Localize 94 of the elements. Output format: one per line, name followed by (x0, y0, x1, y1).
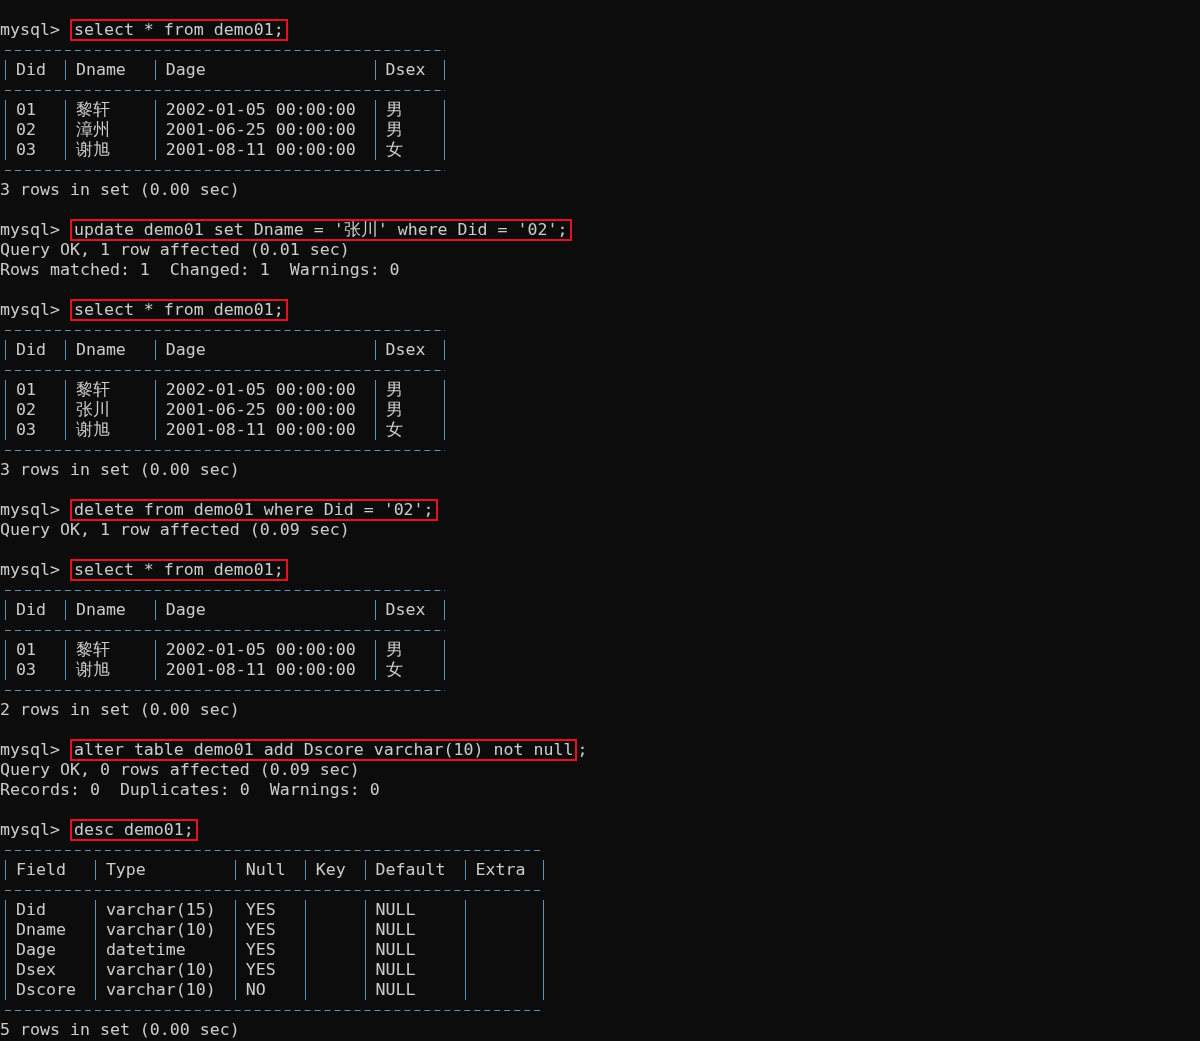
column-header: Did (5, 600, 65, 620)
table-cell: NULL (364, 960, 465, 980)
table-cell: 男 (374, 640, 445, 660)
column-header: Dname (64, 600, 155, 620)
command-text: select * from demo01; (69, 299, 288, 321)
table-cell: YES (234, 940, 305, 960)
column-header: Dage (154, 60, 375, 80)
output-text: Rows matched: 1 Changed: 1 Warnings: 0 (0, 260, 400, 280)
column-header: Default (364, 860, 465, 880)
table-cell: 2002-01-05 00:00:00 (154, 640, 375, 660)
column-header: Null (234, 860, 305, 880)
output-text: Query OK, 1 row affected (0.09 sec) (0, 520, 350, 540)
table-cell: NO (234, 980, 305, 1000)
table-cell: 黎轩 (64, 100, 155, 120)
table-cell: 01 (5, 380, 65, 400)
table-cell: YES (234, 960, 305, 980)
table-cell: 03 (5, 140, 65, 160)
table-cell: 男 (374, 400, 445, 420)
column-header: Dage (154, 600, 375, 620)
table-cell: 漳州 (64, 120, 155, 140)
prompt: mysql> (0, 20, 60, 40)
table-cell: 2001-06-25 00:00:00 (154, 120, 375, 140)
command-text: select * from demo01; (69, 19, 288, 41)
column-header: Dsex (374, 60, 445, 80)
column-header: Did (5, 60, 65, 80)
table-cell: 谢旭 (64, 420, 155, 440)
table-cell: 2001-06-25 00:00:00 (154, 400, 375, 420)
table-cell: NULL (364, 980, 465, 1000)
output-text: 3 rows in set (0.00 sec) (0, 460, 240, 480)
column-header: Field (5, 860, 95, 880)
table-cell: 01 (5, 640, 65, 660)
column-header: Dage (154, 340, 375, 360)
command-text: delete from demo01 where Did = '02'; (69, 499, 438, 521)
table-cell: Dscore (5, 980, 95, 1000)
table-cell: 女 (374, 420, 445, 440)
table-cell: varchar(10) (94, 960, 235, 980)
table-cell: 03 (5, 660, 65, 680)
output-text: 5 rows in set (0.00 sec) (0, 1020, 240, 1040)
table-cell: NULL (364, 900, 465, 920)
output-text: Query OK, 0 rows affected (0.09 sec) (0, 760, 360, 780)
prompt: mysql> (0, 500, 60, 520)
prompt: mysql> (0, 820, 60, 840)
table-cell: YES (234, 900, 305, 920)
table-cell: 男 (374, 120, 445, 140)
table-cell: 黎轩 (64, 640, 155, 660)
table-cell: Dname (5, 920, 95, 940)
table-cell: varchar(15) (94, 900, 235, 920)
output-text: Records: 0 Duplicates: 0 Warnings: 0 (0, 780, 380, 800)
table-cell: YES (234, 920, 305, 940)
table-cell: 女 (374, 140, 445, 160)
output-text: Query OK, 1 row affected (0.01 sec) (0, 240, 350, 260)
column-header: Did (5, 340, 65, 360)
table-cell: 谢旭 (64, 660, 155, 680)
table-cell: varchar(10) (94, 980, 235, 1000)
command-text: select * from demo01; (69, 559, 288, 581)
table-cell: 2001-08-11 00:00:00 (154, 420, 375, 440)
table-cell: 2001-08-11 00:00:00 (154, 660, 375, 680)
prompt: mysql> (0, 300, 60, 320)
table-cell: 男 (374, 100, 445, 120)
command-text: desc demo01; (69, 819, 198, 841)
column-header: Type (94, 860, 235, 880)
table-cell: 02 (5, 120, 65, 140)
table-cell: 谢旭 (64, 140, 155, 160)
column-header: Dsex (374, 340, 445, 360)
prompt: mysql> (0, 560, 60, 580)
table-cell: NULL (364, 920, 465, 940)
table-cell: Dage (5, 940, 95, 960)
column-header: Dname (64, 60, 155, 80)
column-header: Dname (64, 340, 155, 360)
table-cell: 02 (5, 400, 65, 420)
table-cell: 男 (374, 380, 445, 400)
output-text: 3 rows in set (0.00 sec) (0, 180, 240, 200)
table-cell: 01 (5, 100, 65, 120)
command-text: update demo01 set Dname = '张川' where Did = '02'; (69, 219, 572, 241)
table-cell: 2002-01-05 00:00:00 (154, 100, 375, 120)
output-text: 2 rows in set (0.00 sec) (0, 700, 240, 720)
table-cell: 女 (374, 660, 445, 680)
column-header: Key (304, 860, 365, 880)
table-cell: 2002-01-05 00:00:00 (154, 380, 375, 400)
prompt: mysql> (0, 220, 60, 240)
table-cell: datetime (94, 940, 235, 960)
table-cell: 张川 (64, 400, 155, 420)
table-cell: varchar(10) (94, 920, 235, 940)
prompt: mysql> (0, 740, 60, 760)
column-header: Dsex (374, 600, 445, 620)
table-cell: 2001-08-11 00:00:00 (154, 140, 375, 160)
table-cell: 黎轩 (64, 380, 155, 400)
command-terminator: ; (577, 740, 588, 760)
column-header: Extra (464, 860, 545, 880)
table-cell: NULL (364, 940, 465, 960)
table-cell: Dsex (5, 960, 95, 980)
command-text: alter table demo01 add Dscore varchar(10) not null (69, 739, 578, 761)
table-cell: Did (5, 900, 95, 920)
table-cell: 03 (5, 420, 65, 440)
